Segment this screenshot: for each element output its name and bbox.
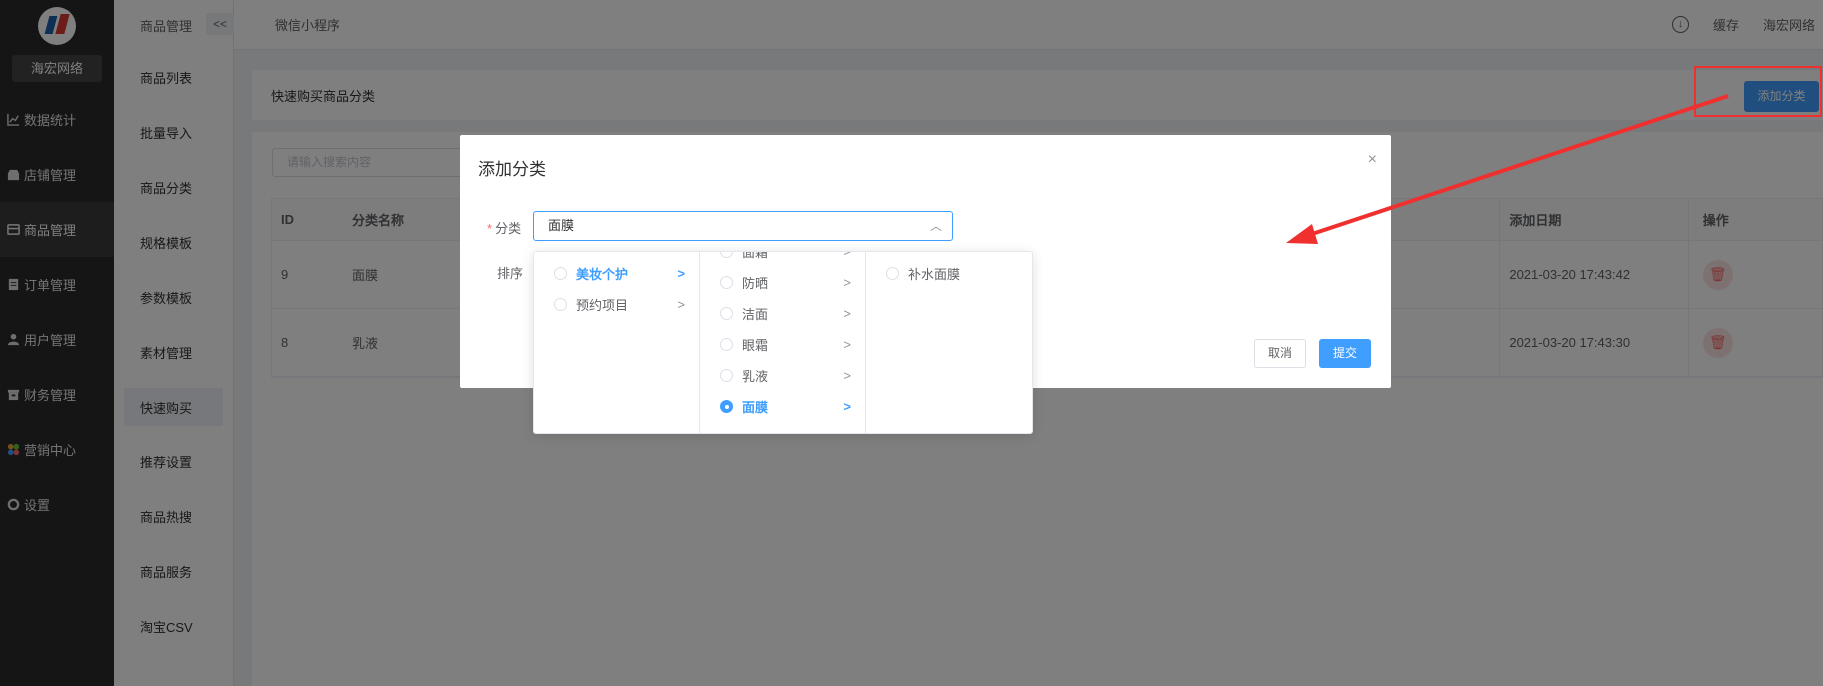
category-cascader-input[interactable]: 面膜 ︿ — [533, 211, 953, 241]
chevron-right-icon: > — [677, 266, 685, 281]
chevron-right-icon: > — [843, 275, 851, 290]
chevron-right-icon: > — [843, 252, 851, 267]
submit-button[interactable]: 提交 — [1319, 339, 1371, 368]
radio-icon[interactable] — [886, 267, 899, 280]
chevron-right-icon: > — [677, 297, 685, 312]
category-input-value: 面膜 — [548, 218, 575, 233]
dialog-title: 添加分类 — [478, 160, 546, 179]
cascader-menu-level1: 美妆个护 > 预约项目 > — [534, 252, 700, 433]
cascader-option[interactable]: 预约项目 > — [534, 289, 699, 320]
cascader-menu-level2: 面霜 > 防晒 > 洁面 > 眼霜 > 乳液 > — [700, 252, 866, 433]
cascader-option[interactable]: 乳液 > — [700, 360, 865, 391]
cascader-menu-level3: 补水面膜 — [866, 252, 1032, 433]
radio-icon[interactable] — [720, 369, 733, 382]
cascader-option[interactable]: 面膜 > — [700, 391, 865, 422]
chevron-up-icon: ︿ — [929, 219, 942, 233]
chevron-right-icon: > — [843, 368, 851, 383]
chevron-right-icon: > — [843, 337, 851, 352]
cascader-option[interactable]: 防晒 > — [700, 267, 865, 298]
radio-icon[interactable] — [720, 276, 733, 289]
radio-icon[interactable] — [554, 267, 567, 280]
cascader-option[interactable]: 美妆个护 > — [534, 258, 699, 289]
cascader-option[interactable]: 面霜 > — [700, 252, 865, 267]
chevron-right-icon: > — [843, 399, 851, 414]
cancel-button[interactable]: 取消 — [1254, 339, 1306, 368]
close-icon[interactable]: × — [1368, 151, 1377, 169]
cascader-option[interactable]: 补水面膜 — [866, 258, 1032, 289]
required-mark: * — [487, 221, 493, 236]
radio-icon[interactable] — [720, 307, 733, 320]
sort-label: 排序 — [497, 266, 524, 281]
category-label: * 分类 — [487, 221, 522, 236]
radio-icon[interactable] — [720, 252, 733, 258]
radio-icon[interactable] — [554, 298, 567, 311]
chevron-right-icon: > — [843, 306, 851, 321]
radio-icon[interactable] — [720, 400, 733, 413]
cascader-option[interactable]: 眼霜 > — [700, 329, 865, 360]
cascader-option[interactable]: 洁面 > — [700, 298, 865, 329]
radio-icon[interactable] — [720, 338, 733, 351]
category-cascader-dropdown: 美妆个护 > 预约项目 > 面霜 > 防晒 > 洁面 > — [533, 251, 1033, 434]
